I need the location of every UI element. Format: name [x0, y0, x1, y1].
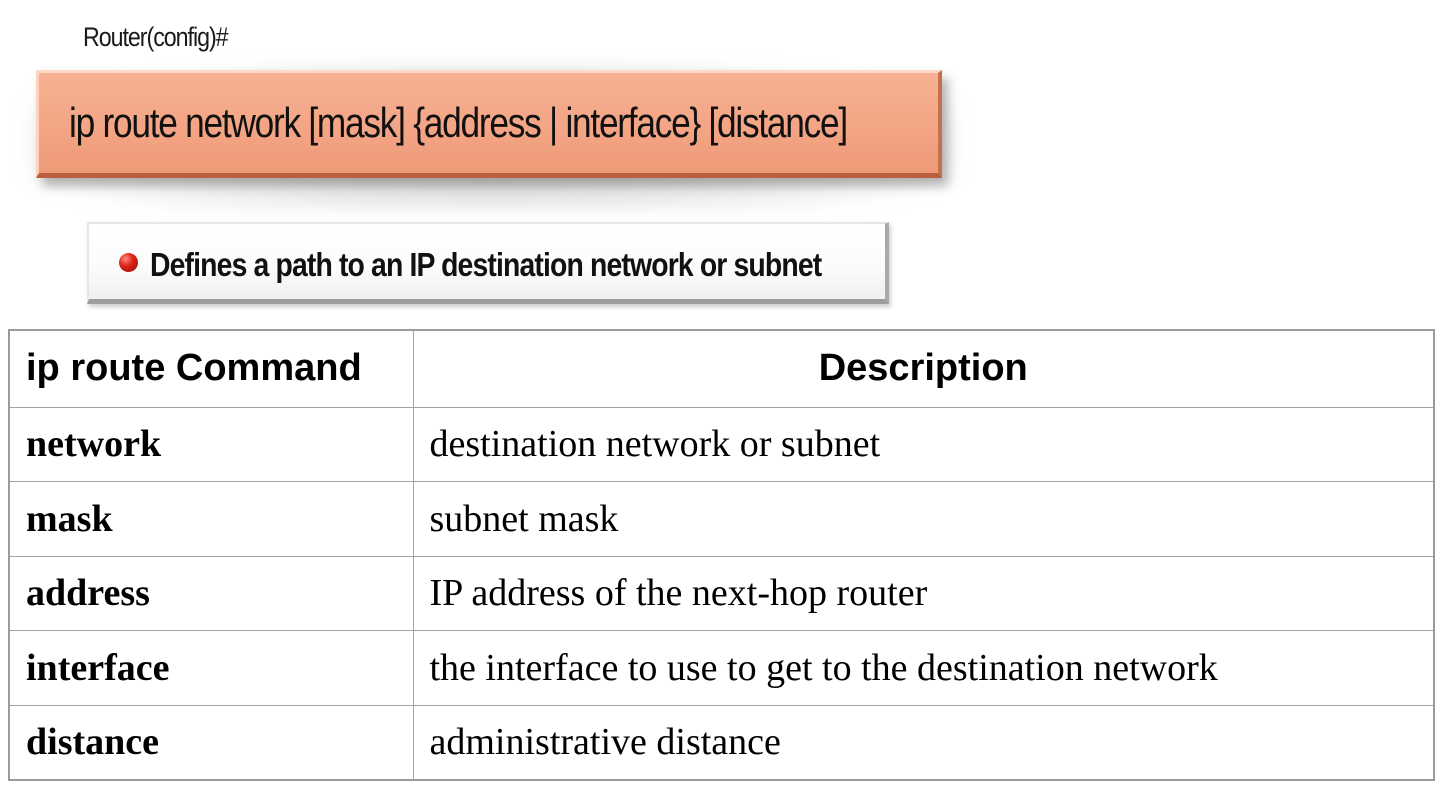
- table-row: interface the interface to use to get to…: [8, 630, 1435, 706]
- column-header-command: ip route Command: [8, 329, 414, 408]
- definition-text: Defines a path to an IP destination netw…: [150, 246, 822, 283]
- param-description: the interface to use to get to the desti…: [412, 630, 1435, 706]
- command-syntax-text: ip route network [mask] {address | inter…: [69, 99, 848, 146]
- param-name: mask: [8, 481, 414, 557]
- table-row: mask subnet mask: [8, 481, 1435, 557]
- param-description: administrative distance: [412, 704, 1435, 780]
- table-header-row: ip route Command Description: [8, 329, 1435, 408]
- table-row: address IP address of the next-hop route…: [8, 555, 1435, 631]
- table-row: network destination network or subnet: [8, 406, 1435, 482]
- ip-route-parameter-table: ip route Command Description network des…: [8, 329, 1435, 781]
- param-description: destination network or subnet: [412, 406, 1435, 482]
- router-prompt: Router(config)#: [83, 22, 229, 52]
- command-syntax-box: ip route network [mask] {address | inter…: [36, 70, 942, 178]
- column-header-description: Description: [412, 329, 1435, 408]
- table-row: distance administrative distance: [8, 704, 1435, 780]
- param-name: address: [8, 555, 414, 631]
- param-name: network: [8, 406, 414, 482]
- red-bullet-icon: [119, 253, 138, 272]
- param-name: interface: [8, 630, 414, 706]
- param-name: distance: [8, 704, 414, 780]
- param-description: IP address of the next-hop router: [412, 555, 1435, 631]
- param-description: subnet mask: [412, 481, 1435, 557]
- definition-box: Defines a path to an IP destination netw…: [87, 222, 889, 304]
